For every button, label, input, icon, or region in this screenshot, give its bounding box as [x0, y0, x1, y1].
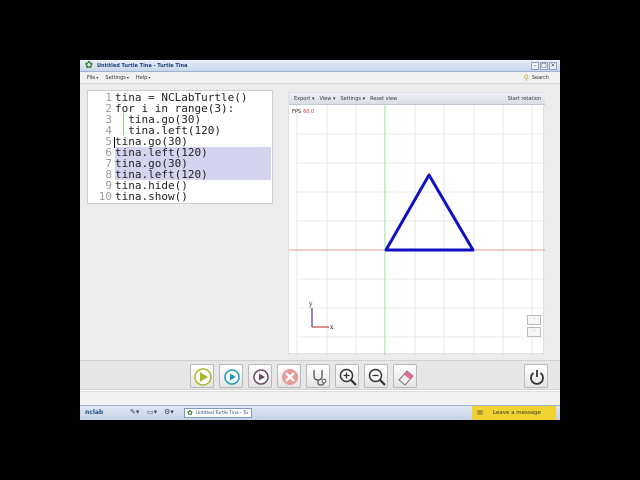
taskbar: nclab ✎▾ ▭▾ ⚙▾ ✿ Untitled Turtle Tina - …: [80, 405, 560, 420]
start-rotation-button[interactable]: Start rotation: [508, 96, 541, 102]
stop-icon: [282, 369, 298, 385]
gear-icon[interactable]: ⚙▾: [164, 408, 174, 416]
grid: [296, 105, 545, 355]
monitor-icon[interactable]: ▭▾: [147, 408, 157, 416]
action-toolbar: [80, 360, 560, 390]
stop-button[interactable]: [277, 364, 301, 388]
leave-message-button[interactable]: ✉ Leave a message: [472, 406, 556, 420]
axis-x-label: x: [330, 324, 334, 331]
line-number: 10: [98, 190, 112, 203]
turtle-canvas[interactable]: y x: [289, 105, 545, 355]
zoom-in-icon: [339, 368, 357, 386]
canvas-zoom-up[interactable]: ·: [527, 315, 541, 325]
canvas-zoom-down[interactable]: ·: [527, 327, 541, 337]
export-menu[interactable]: Export ▾: [294, 96, 314, 102]
view-menu[interactable]: View ▾: [319, 96, 335, 102]
menu-help[interactable]: Help ▾: [136, 75, 150, 81]
stethoscope-icon: [313, 370, 327, 386]
minimize-button[interactable]: –: [531, 62, 539, 70]
zoom-out-button[interactable]: [364, 364, 388, 388]
canvas-toolbar: Export ▾ View ▾ Settings ▾ Reset view St…: [289, 93, 545, 105]
step-icon: [224, 369, 240, 385]
chevron-down-icon: ▾: [148, 75, 151, 80]
turtle-canvas-panel: Export ▾ View ▾ Settings ▾ Reset view St…: [288, 92, 545, 355]
reset-view-button[interactable]: Reset view: [370, 96, 397, 102]
run-icon: [194, 368, 212, 386]
turtle-icon: ✿: [187, 409, 193, 417]
turtle-icon: ✿: [84, 60, 94, 71]
chevron-down-icon: ▾: [96, 75, 99, 80]
eraser-icon: [398, 370, 414, 386]
zoom-out-icon: [368, 368, 386, 386]
code-text: tina.show(): [115, 190, 188, 203]
play-button[interactable]: [248, 364, 272, 388]
fps-readout: FPS 60.0: [292, 109, 315, 115]
code-editor[interactable]: 1 tina = NCLabTurtle() 2 for i in range(3)…: [87, 90, 273, 204]
app-window: ✿ Untitled Turtle Tina - Turtle Tina – □…: [80, 60, 560, 420]
taskbar-task-turtle-tina[interactable]: ✿ Untitled Turtle Tina - Tu: [184, 408, 252, 418]
wrench-icon[interactable]: ✎▾: [130, 408, 139, 416]
title-bar[interactable]: ✿ Untitled Turtle Tina - Turtle Tina – □…: [80, 60, 560, 72]
workspace: 1 tina = NCLabTurtle() 2 for i in range(3)…: [80, 84, 560, 360]
search-button[interactable]: ⚲ Search: [524, 74, 549, 82]
power-button[interactable]: [524, 364, 548, 388]
maximize-button[interactable]: □: [540, 62, 548, 70]
step-button[interactable]: [219, 364, 243, 388]
search-icon: ⚲: [523, 74, 529, 82]
menu-file[interactable]: File ▾: [87, 75, 98, 81]
zoom-in-button[interactable]: [335, 364, 359, 388]
canvas-settings-menu[interactable]: Settings ▾: [340, 96, 365, 102]
play-icon: [253, 369, 269, 385]
chevron-down-icon: ▾: [126, 75, 129, 80]
close-button[interactable]: ×: [549, 62, 557, 70]
debug-button[interactable]: [306, 364, 330, 388]
nclab-logo[interactable]: nclab: [85, 409, 103, 416]
text-cursor: [114, 137, 115, 148]
menu-bar: File ▾ Settings ▾ Help ▾ ⚲ Search: [80, 72, 560, 84]
run-button[interactable]: [190, 364, 214, 388]
code-line[interactable]: 10 tina.show(): [88, 191, 272, 202]
window-title: Untitled Turtle Tina - Turtle Tina: [97, 62, 188, 69]
envelope-icon: ✉: [477, 409, 483, 417]
menu-settings[interactable]: Settings ▾: [105, 75, 129, 81]
turtle-triangle-path: [384, 173, 475, 252]
axis-y-label: y: [308, 301, 313, 308]
eraser-button[interactable]: [393, 364, 417, 388]
axes-indicator: y x: [308, 301, 334, 331]
indent-guide: [123, 113, 124, 135]
power-icon: [530, 370, 544, 385]
